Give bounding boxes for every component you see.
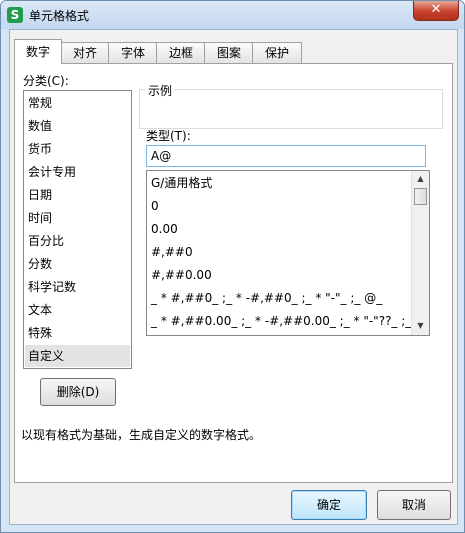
category-item[interactable]: 特殊 <box>25 322 130 344</box>
sample-group: 示例 <box>139 82 443 129</box>
category-item[interactable]: 货币 <box>25 138 130 160</box>
wps-app-icon: S <box>7 7 23 23</box>
format-list-scrollbar[interactable]: ▲ ▼ <box>411 171 429 335</box>
category-item[interactable]: 数值 <box>25 115 130 137</box>
scroll-up-arrow-icon[interactable]: ▲ <box>412 171 429 187</box>
tab-border[interactable]: 边框 <box>156 42 206 63</box>
category-item[interactable]: 日期 <box>25 184 130 206</box>
category-item[interactable]: 科学记数 <box>25 276 130 298</box>
tab-protection[interactable]: 保护 <box>252 42 302 63</box>
dialog-body: 数字 对齐 字体 边框 图案 保护 分类(C): 常规 数值 货币 会计专用 日… <box>9 29 458 525</box>
number-tab-panel: 分类(C): 常规 数值 货币 会计专用 日期 时间 百分比 分数 科学记数 文… <box>14 63 453 483</box>
cancel-button[interactable]: 取消 <box>377 490 451 520</box>
title-bar[interactable]: S 单元格格式 ✕ <box>1 1 464 29</box>
type-label: 类型(T): <box>146 129 191 143</box>
sample-label: 示例 <box>146 82 175 99</box>
category-item[interactable]: 会计专用 <box>25 161 130 183</box>
scroll-thumb[interactable] <box>414 188 427 205</box>
tab-pattern[interactable]: 图案 <box>204 42 254 63</box>
category-label: 分类(C): <box>23 74 69 88</box>
category-item[interactable]: 文本 <box>25 299 130 321</box>
tab-font[interactable]: 字体 <box>108 42 158 63</box>
format-description: 以现有格式为基础，生成自定义的数字格式。 <box>21 428 262 442</box>
category-item-selected[interactable]: 自定义 <box>25 345 130 367</box>
ok-button[interactable]: 确定 <box>291 490 367 520</box>
dialog-title: 单元格格式 <box>29 9 90 23</box>
category-item[interactable]: 分数 <box>25 253 130 275</box>
tab-alignment[interactable]: 对齐 <box>60 42 110 63</box>
format-code-list[interactable]: G/通用格式 0 0.00 #,##0 #,##0.00 _ * #,##0_ … <box>146 170 430 336</box>
close-icon: ✕ <box>430 2 442 17</box>
list-item[interactable]: 0.00 <box>151 218 178 240</box>
scroll-down-arrow-icon[interactable]: ▼ <box>412 318 429 334</box>
list-item[interactable]: _ * #,##0_ ;_ * -#,##0_ ;_ * "-"_ ;_ @_ <box>151 287 382 309</box>
type-input[interactable] <box>146 145 426 167</box>
tab-number[interactable]: 数字 <box>14 39 62 64</box>
format-cells-dialog: S 单元格格式 ✕ 数字 对齐 字体 边框 图案 保护 分类(C): 常规 数值… <box>0 0 465 533</box>
list-item[interactable]: _ * #,##0.00_ ;_ * -#,##0.00_ ;_ * "-"??… <box>151 310 429 332</box>
close-button[interactable]: ✕ <box>413 1 459 21</box>
category-item[interactable]: 常规 <box>25 92 130 114</box>
list-item[interactable]: G/通用格式 <box>151 172 212 194</box>
category-item[interactable]: 时间 <box>25 207 130 229</box>
category-item[interactable]: 百分比 <box>25 230 130 252</box>
list-item[interactable]: 0 <box>151 195 159 217</box>
list-item[interactable]: #,##0 <box>151 241 193 263</box>
list-item[interactable]: #,##0.00 <box>151 264 212 286</box>
category-list[interactable]: 常规 数值 货币 会计专用 日期 时间 百分比 分数 科学记数 文本 特殊 自定… <box>23 90 132 369</box>
delete-button[interactable]: 删除(D) <box>40 378 116 406</box>
